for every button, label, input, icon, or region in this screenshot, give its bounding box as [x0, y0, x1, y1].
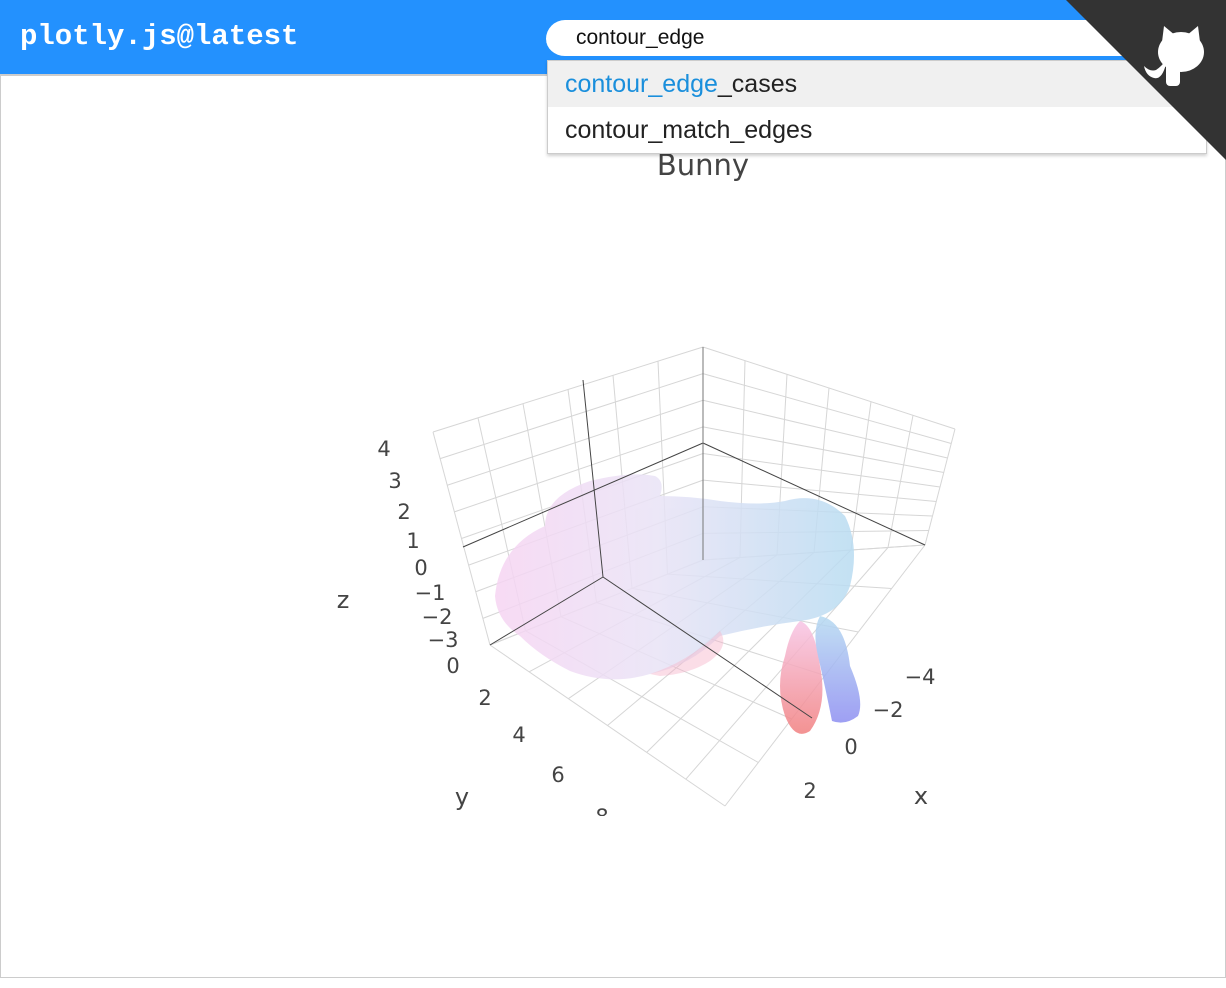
y-axis-ticks: 0 2 4 6 8 y — [446, 654, 608, 816]
isosurface-mesh — [495, 474, 861, 734]
isosurface-chart[interactable]: Bunny 4 3 2 1 0 −1 −2 −3 z 0 2 4 6 8 y −… — [0, 76, 1224, 816]
z-tick: −2 — [422, 605, 453, 629]
y-axis-label: y — [455, 783, 469, 811]
gridline — [447, 399, 704, 486]
y-tick: 0 — [446, 654, 459, 678]
app-title: plotly.js@latest — [20, 20, 299, 53]
z-tick: 1 — [406, 529, 419, 553]
z-tick: −3 — [428, 628, 459, 652]
z-tick: 4 — [377, 437, 390, 461]
suggestion-match: contour_edge — [565, 70, 718, 98]
suggestion-rest: _cases — [717, 70, 798, 98]
x-tick: 0 — [844, 735, 857, 759]
gridline — [432, 346, 704, 433]
z-axis-ticks: 4 3 2 1 0 −1 −2 −3 z — [337, 437, 459, 652]
suggestion-rest: contour_match_edges — [565, 116, 813, 144]
gridline — [702, 426, 944, 473]
z-tick: 0 — [414, 556, 427, 580]
gridline — [702, 479, 937, 502]
gridline — [702, 346, 956, 430]
x-axis-label: x — [914, 782, 928, 810]
z-tick: 3 — [388, 469, 401, 493]
y-tick: 4 — [512, 723, 525, 747]
gridline — [439, 373, 704, 460]
y-tick: 2 — [478, 686, 491, 710]
x-tick: −2 — [873, 698, 904, 722]
github-corner-link[interactable] — [1066, 0, 1226, 160]
y-tick: 6 — [551, 763, 564, 787]
z-axis-label: z — [337, 586, 350, 614]
z-tick: −1 — [415, 581, 446, 605]
corner-triangle — [1066, 0, 1226, 160]
z-tick: 2 — [397, 500, 410, 524]
bunny-ear-blue — [815, 616, 861, 723]
y-tick: 8 — [595, 805, 608, 816]
x-tick: 2 — [803, 779, 816, 803]
x-axis-ticks: −4 −2 0 2 x — [803, 665, 935, 810]
x-tick: −4 — [905, 665, 936, 689]
